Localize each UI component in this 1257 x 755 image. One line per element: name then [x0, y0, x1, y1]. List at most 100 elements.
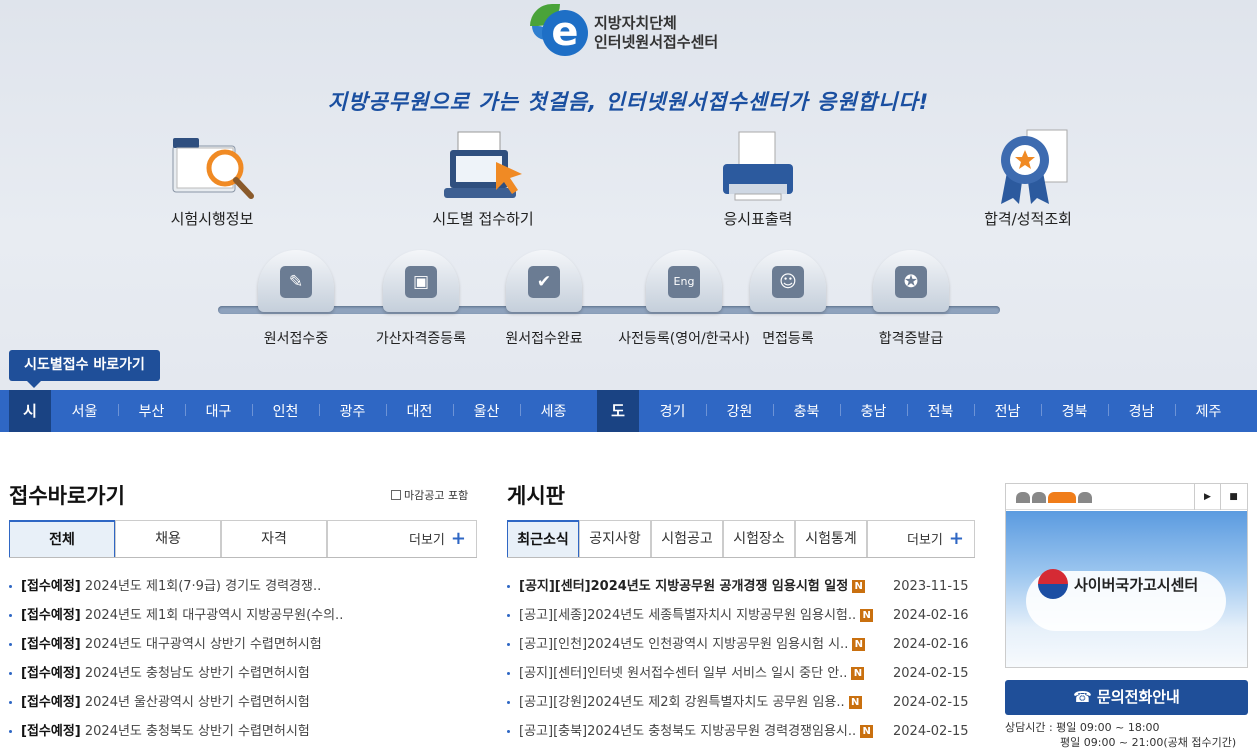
region-gangwon[interactable]: 강원 — [706, 401, 773, 421]
item-text: [공고][세종]2024년도 세종특별자치시 지방공무원 임용시험.. — [519, 608, 857, 623]
site-logo[interactable]: e 지방자치단체 인터넷원서접수센터 — [530, 4, 718, 62]
stop-icon[interactable]: ■ — [1220, 484, 1246, 510]
tab-exam-place[interactable]: 시험장소 — [723, 520, 795, 557]
list-item[interactable]: [접수예정] 2024년도 제1회 대구광역시 지방공무원(수의.. — [9, 601, 479, 630]
list-item[interactable]: [공고][강원]2024년도 제2회 강원특별자치도 공무원 임용.. N 2024… — [507, 688, 977, 717]
list-item[interactable]: [공지][센터]2024년도 지방공무원 공개경쟁 임용시험 일정 N 2023-1… — [507, 572, 977, 601]
contact-button[interactable]: ☎ 문의전화안내 — [1005, 680, 1248, 715]
taeguk-icon — [1038, 569, 1068, 599]
item-tag: [접수예정] — [21, 695, 81, 710]
menu-apply-by-region[interactable]: 시도별 접수하기 — [393, 128, 573, 229]
list-item[interactable]: [공고][충북]2024년도 충청북도 지방공무원 경력경쟁임용시.. N 2024… — [507, 717, 977, 746]
hours-line2: 평일 09:00 ~ 21:00(공채 접수기간) — [1060, 736, 1237, 749]
new-badge: N — [860, 609, 874, 622]
slide-indicator[interactable] — [1032, 492, 1046, 503]
item-date: 2024-02-15 — [893, 666, 969, 681]
id-card-icon: ▣ — [405, 266, 437, 298]
menu-print-admission[interactable]: 응시표출력 — [668, 128, 848, 229]
list-item[interactable]: [접수예정] 2024년도 충청북도 상반기 수렵면허시험 — [9, 717, 479, 746]
quick-tabs: 전체 채용 자격 더보기 + — [9, 520, 477, 558]
region-chungnam[interactable]: 충남 — [840, 401, 907, 421]
checkbox-icon[interactable] — [391, 490, 401, 500]
tab-recent[interactable]: 최근소식 — [507, 520, 579, 557]
slide-indicator[interactable] — [1016, 492, 1030, 503]
region-jump-button[interactable]: 시도별접수 바로가기 — [9, 350, 160, 388]
slide-indicator-active[interactable] — [1048, 492, 1076, 503]
tab-exam-stats[interactable]: 시험통계 — [795, 520, 867, 557]
quick-more-button[interactable]: 더보기 + — [327, 520, 477, 557]
list-item[interactable]: [접수예정] 2024년도 제1회(7·9급) 경기도 경력경쟁.. — [9, 572, 479, 601]
item-text: [공고][충북]2024년도 충청북도 지방공무원 경력경쟁임용시.. — [519, 724, 857, 739]
item-tag: [접수예정] — [21, 637, 81, 652]
plus-icon: + — [450, 528, 466, 549]
region-daejeon[interactable]: 대전 — [386, 401, 453, 421]
region-gyeonggi[interactable]: 경기 — [639, 401, 706, 421]
step-label: 원서접수완료 — [505, 331, 583, 347]
banner-image[interactable]: 사이버국가고시센터 — [1006, 511, 1247, 667]
region-jeonnam[interactable]: 전남 — [974, 401, 1041, 421]
region-jeonbuk[interactable]: 전북 — [907, 401, 974, 421]
board-more-button[interactable]: 더보기 + — [867, 520, 975, 557]
banner-controls: ▶ ■ — [1006, 484, 1247, 510]
check-icon: ✔ — [528, 266, 560, 298]
item-date: 2023-11-15 — [893, 579, 969, 594]
board-tabs: 최근소식 공지사항 시험공고 시험장소 시험통계 더보기 + — [507, 520, 975, 558]
closed-notice-checkbox[interactable]: 마감공고 포함 — [391, 487, 468, 503]
list-item[interactable]: [접수예정] 2024년도 충청남도 상반기 수렵면허시험 — [9, 659, 479, 688]
region-ulsan[interactable]: 울산 — [453, 401, 520, 421]
region-seoul[interactable]: 서울 — [51, 401, 118, 421]
region-incheon[interactable]: 인천 — [252, 401, 319, 421]
list-item[interactable]: [공고][인천]2024년도 인천광역시 지방공무원 임용시험 시.. N 2024… — [507, 630, 977, 659]
tab-recruit[interactable]: 채용 — [115, 520, 221, 557]
more-label: 더보기 — [907, 533, 943, 548]
region-chungbuk[interactable]: 충북 — [773, 401, 840, 421]
region-daegu[interactable]: 대구 — [185, 401, 252, 421]
printer-icon — [713, 128, 803, 206]
eng-document-icon: Eng — [668, 266, 700, 298]
region-gwangju[interactable]: 광주 — [319, 401, 386, 421]
item-text: [공고][인천]2024년도 인천광역시 지방공무원 임용시험 시.. — [519, 637, 849, 652]
tab-exam-notice[interactable]: 시험공고 — [651, 520, 723, 557]
quick-list: [접수예정] 2024년도 제1회(7·9급) 경기도 경력경쟁.. [접수예정… — [9, 572, 479, 746]
do-label: 도 — [597, 390, 639, 432]
slide-indicator[interactable] — [1078, 492, 1092, 503]
list-item[interactable]: [공지][센터]인터넷 원서접수센터 일부 서비스 일시 중단 안.. N 2024… — [507, 659, 977, 688]
tab-license[interactable]: 자격 — [221, 520, 327, 557]
item-text: [공지][센터]2024년도 지방공무원 공개경쟁 임용시험 일정 — [519, 579, 849, 594]
logo-line2: 인터넷원서접수센터 — [594, 33, 719, 51]
menu-label: 응시표출력 — [723, 210, 793, 228]
new-badge: N — [848, 696, 862, 709]
list-item[interactable]: [접수예정] 2024년도 대구광역시 상반기 수렵면허시험 — [9, 630, 479, 659]
region-sejong[interactable]: 세종 — [520, 401, 587, 421]
new-badge: N — [851, 667, 865, 680]
region-gyeongnam[interactable]: 경남 — [1108, 401, 1175, 421]
region-busan[interactable]: 부산 — [118, 401, 185, 421]
folder-search-icon — [167, 128, 257, 206]
menu-label: 합격/성적조회 — [984, 210, 1072, 228]
header-area: e 지방자치단체 인터넷원서접수센터 지방공무원으로 가는 첫걸음, 인터넷원서… — [0, 0, 1257, 390]
region-jeju[interactable]: 제주 — [1175, 401, 1242, 421]
board-list: [공지][센터]2024년도 지방공무원 공개경쟁 임용시험 일정 N 2023-1… — [507, 572, 977, 746]
play-icon[interactable]: ▶ — [1194, 484, 1220, 510]
item-text: 2024년도 충청남도 상반기 수렵면허시험 — [84, 666, 310, 681]
logo-e-icon: e — [530, 4, 588, 62]
step-label: 합격증발급 — [878, 331, 944, 347]
step-apply-complete[interactable]: ✔ 원서접수완료 — [469, 250, 619, 348]
banner-logo: 사이버국가고시센터 — [1038, 569, 1198, 599]
tab-notice[interactable]: 공지사항 — [579, 520, 651, 557]
list-item[interactable]: [공고][세종]2024년도 세종특별자치시 지방공무원 임용시험.. N 2024… — [507, 601, 977, 630]
plus-icon: + — [948, 528, 964, 549]
item-text: 2024년도 제1회(7·9급) 경기도 경력경쟁.. — [84, 579, 322, 594]
step-pass-certificate[interactable]: ✪ 합격증발급 — [836, 250, 986, 348]
board-title: 게시판 — [507, 484, 565, 508]
region-nav: 시 서울 부산 대구 인천 광주 대전 울산 세종 도 경기 강원 충북 충남 … — [0, 390, 1257, 432]
list-item[interactable]: [접수예정] 2024년 울산광역시 상반기 수렵면허시험 — [9, 688, 479, 717]
region-gyeongbuk[interactable]: 경북 — [1041, 401, 1108, 421]
menu-result-inquiry[interactable]: 합격/성적조회 — [938, 128, 1118, 229]
menu-exam-info[interactable]: 시험시행정보 — [122, 128, 302, 229]
laptop-click-icon — [438, 128, 528, 206]
slogan: 지방공무원으로 가는 첫걸음, 인터넷원서접수센터가 응원합니다! — [327, 90, 930, 114]
tab-all[interactable]: 전체 — [9, 520, 115, 557]
item-tag: [접수예정] — [21, 608, 81, 623]
menu-label: 시도별 접수하기 — [432, 210, 534, 228]
